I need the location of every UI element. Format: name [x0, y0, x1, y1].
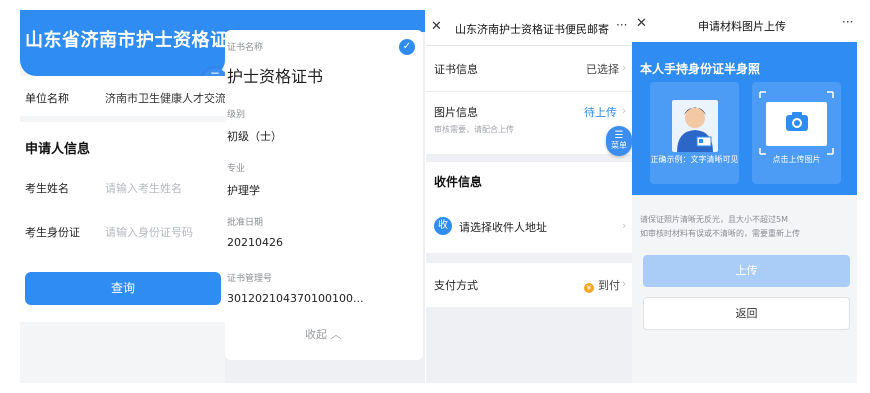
name-row: 考生姓名 请输入考生姓名 — [20, 166, 225, 206]
applicant-section-title: 申请人信息 — [25, 142, 91, 157]
upload-photo-tile[interactable]: 点击上传图片 — [752, 82, 841, 184]
level-value: 初级（士） — [227, 130, 282, 143]
cert-info-label: 证书信息 — [434, 63, 478, 76]
cert-name-value: 护士资格证书 — [227, 67, 324, 86]
id-label: 考生身份证 — [25, 226, 80, 239]
photo-info-subtext: 审核需要，请配合上传 — [434, 125, 514, 134]
name-input[interactable]: 请输入考生姓名 — [105, 180, 182, 196]
id-input[interactable]: 请输入身份证号码 — [105, 224, 193, 240]
receive-section: 收件信息 收 请选择收件人地址 › — [426, 162, 632, 253]
close-icon[interactable]: ✕ — [636, 16, 647, 31]
query-page: 山东省济南市护士资格证书 ☰ 菜单 单位名称 济南市卫生健康人才交流 申请人信息… — [20, 10, 225, 383]
photo-upload-page: ✕ 申请材料图片上传 ··· 本人手持身份证半身照 正确示例：文字清晰可见 点击… — [632, 10, 857, 383]
payment-value: ¥ 到付 — [584, 277, 620, 293]
screenshot-collage: 山东省济南市护士资格证书 ☰ 菜单 单位名称 济南市卫生健康人才交流 申请人信息… — [0, 0, 870, 393]
chevron-right-icon: › — [622, 104, 627, 117]
approval-date-label: 批准日期 — [227, 218, 264, 228]
major-label: 专业 — [227, 164, 246, 174]
query-button[interactable]: 查询 — [25, 272, 221, 305]
example-caption: 正确示例：文字清晰可见 — [650, 155, 739, 164]
photo-info-value: 待上传 — [584, 106, 617, 119]
cert-no-value: 3012021043701001​00... — [227, 292, 364, 305]
chevron-right-icon: › — [622, 219, 627, 232]
payment-row[interactable]: 支付方式 ¥ 到付 › — [426, 263, 632, 307]
upload-caption: 点击上传图片 — [772, 155, 821, 164]
id-row: 考生身份证 请输入身份证号码 — [20, 210, 225, 250]
cert-no-label: 证书管理号 — [227, 274, 273, 284]
nav-title: 山东济南护士资格证书便民邮寄 — [455, 23, 609, 36]
nav-bar: ✕ 申请材料图片上传 ··· — [632, 10, 857, 42]
selected-check-icon: ✓ — [399, 39, 415, 55]
chevron-up-icon: ︿ — [330, 328, 342, 341]
photo-info-row[interactable]: 图片信息 审核需要，请配合上传 待上传 › — [426, 92, 632, 154]
menu-float-button[interactable]: ☰ 菜单 — [606, 126, 632, 156]
back-button[interactable]: 返回 — [643, 297, 850, 330]
level-label: 级别 — [227, 110, 246, 120]
upload-button[interactable]: 上传 — [643, 255, 850, 287]
menu-icon: ☰ — [614, 130, 624, 141]
nav-title: 申请材料图片上传 — [698, 20, 786, 33]
more-icon[interactable]: ··· — [842, 15, 853, 29]
upload-section-title: 本人手持身份证半身照 — [640, 62, 761, 76]
unit-value: 济南市卫生健康人才交流 — [105, 92, 225, 105]
example-photo-tile: 正确示例：文字清晰可见 — [650, 82, 739, 184]
hint-text-1: 请保证照片清晰无反光，且大小不超过5M — [640, 215, 788, 224]
certificate-detail-page: 证书名称 护士资格证书 ✓ 级别 初级（士） 专业 护理学 批准日期 20210… — [225, 10, 425, 383]
nav-bar: ✕ 山东济南护士资格证书便民邮寄 ··· — [426, 10, 632, 46]
major-value: 护理学 — [227, 184, 260, 197]
camera-icon — [759, 91, 834, 155]
receive-address-select[interactable]: 请选择收件人地址 — [459, 219, 547, 235]
close-icon[interactable]: ✕ — [431, 19, 442, 34]
receive-badge: 收 — [434, 217, 452, 235]
more-icon[interactable]: ··· — [616, 18, 627, 32]
unit-label: 单位名称 — [25, 92, 69, 105]
cert-detail-card: 级别 初级（士） 专业 护理学 批准日期 20210426 证书管理号 3012… — [225, 98, 423, 360]
collapse-label: 收起 — [305, 328, 327, 341]
header-banner: 山东省济南市护士资格证书 — [20, 10, 225, 76]
mailing-order-page: ✕ 山东济南护士资格证书便民邮寄 ··· 证书信息 已选择 › 图片信息 审核需… — [426, 10, 632, 383]
chevron-right-icon: › — [622, 277, 627, 290]
approval-date-value: 20210426 — [227, 236, 283, 249]
cert-name-label: 证书名称 — [227, 43, 264, 53]
payment-value-text: 到付 — [598, 279, 620, 292]
unit-row: 单位名称 济南市卫生健康人才交流 — [20, 76, 225, 116]
receive-title: 收件信息 — [434, 175, 483, 189]
coin-icon: ¥ — [584, 283, 594, 293]
top-band — [225, 10, 425, 32]
cert-info-value: 已选择 — [586, 63, 619, 76]
cert-info-row[interactable]: 证书信息 已选择 › — [426, 46, 632, 92]
person-with-id-icon — [672, 100, 718, 152]
cert-name-card[interactable]: 证书名称 护士资格证书 — [225, 30, 423, 98]
hint-text-2: 如审核时材料有误或不清晰的，需要重新上传 — [640, 229, 800, 238]
collapse-button[interactable]: 收起 ︿ — [305, 326, 342, 342]
payment-label: 支付方式 — [434, 279, 478, 292]
menu-label: 菜单 — [611, 141, 627, 150]
photo-info-label: 图片信息 — [434, 106, 478, 119]
name-label: 考生姓名 — [25, 182, 69, 195]
page-title: 山东省济南市护士资格证书 — [25, 30, 225, 51]
chevron-right-icon: › — [622, 61, 627, 74]
